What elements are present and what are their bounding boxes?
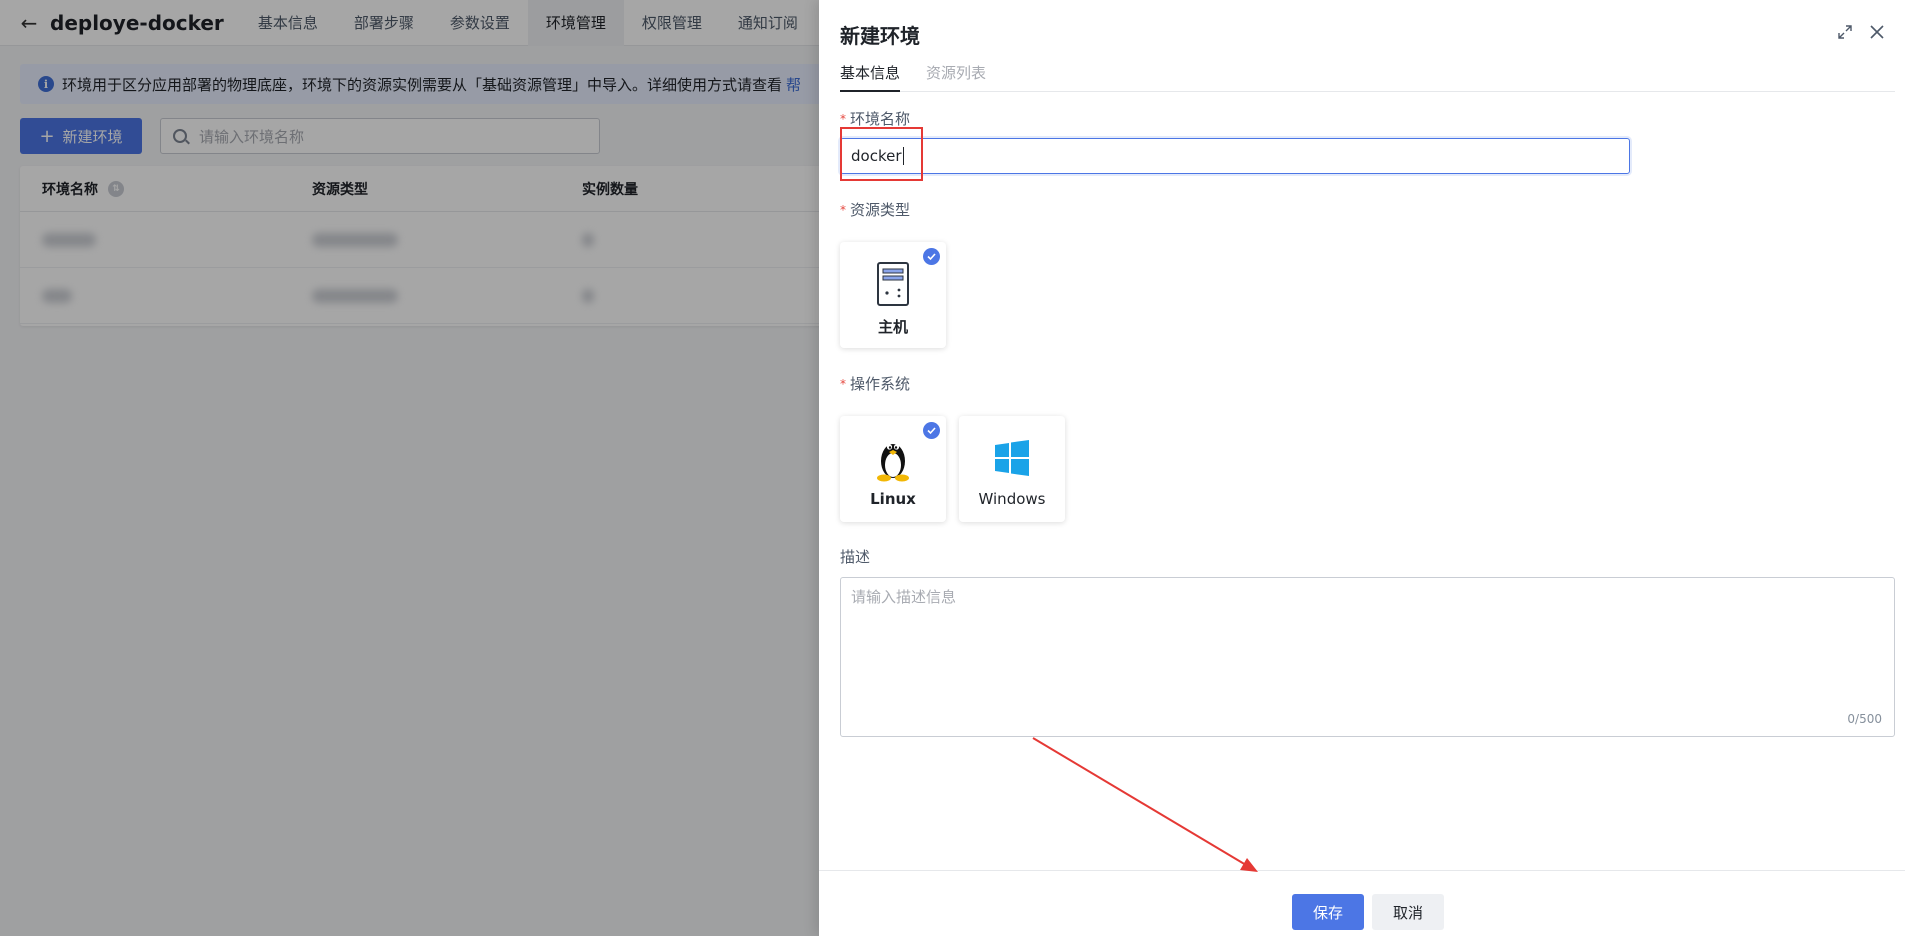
os-label: * 操作系统 [840, 373, 910, 394]
required-asterisk: * [840, 377, 846, 391]
resource-type-host-label: 主机 [877, 318, 908, 336]
env-name-label: * 环境名称 [840, 108, 910, 129]
selected-check-icon [923, 248, 940, 265]
close-icon[interactable] [1867, 22, 1887, 42]
resource-type-label: * 资源类型 [840, 199, 910, 220]
drawer-tab-resource-list[interactable]: 资源列表 [926, 62, 986, 92]
drawer-footer: 保存 取消 [819, 870, 1905, 936]
save-button[interactable]: 保存 [1292, 894, 1364, 930]
env-name-label-text: 环境名称 [850, 110, 911, 128]
resource-type-card-host[interactable]: 主机 [840, 242, 946, 348]
cancel-button[interactable]: 取消 [1372, 894, 1444, 930]
os-card-linux[interactable]: Linux [840, 416, 946, 522]
modal-overlay-mask[interactable] [0, 0, 819, 936]
os-label-text: 操作系统 [850, 375, 911, 393]
description-placeholder: 请输入描述信息 [851, 588, 957, 606]
description-label: 描述 [840, 548, 871, 566]
selected-check-icon [923, 422, 940, 439]
required-asterisk: * [840, 203, 846, 217]
drawer-tabs: 基本信息 资源列表 [840, 62, 1895, 92]
os-windows-label: Windows [978, 490, 1046, 508]
os-card-windows[interactable]: Windows [959, 416, 1065, 522]
os-linux-label: Linux [870, 490, 916, 508]
windows-logo-icon [995, 440, 1029, 476]
annotation-highlight-box [840, 127, 923, 181]
drawer-title: 新建环境 [840, 24, 920, 48]
env-name-input[interactable]: docker [840, 138, 1630, 174]
required-asterisk: * [840, 112, 846, 126]
description-char-counter: 0/500 [1847, 712, 1882, 726]
new-environment-drawer: 新建环境 基本信息 资源列表 * 环境名称 docker * 资源类型 主机 * 操作 [819, 0, 1905, 936]
resource-type-label-text: 资源类型 [850, 201, 911, 219]
linux-penguin-icon [877, 444, 909, 482]
server-icon [877, 262, 909, 306]
drawer-tab-basic-info[interactable]: 基本信息 [840, 62, 901, 92]
expand-icon[interactable] [1837, 24, 1853, 40]
description-textarea[interactable]: 请输入描述信息 0/500 [840, 577, 1895, 737]
